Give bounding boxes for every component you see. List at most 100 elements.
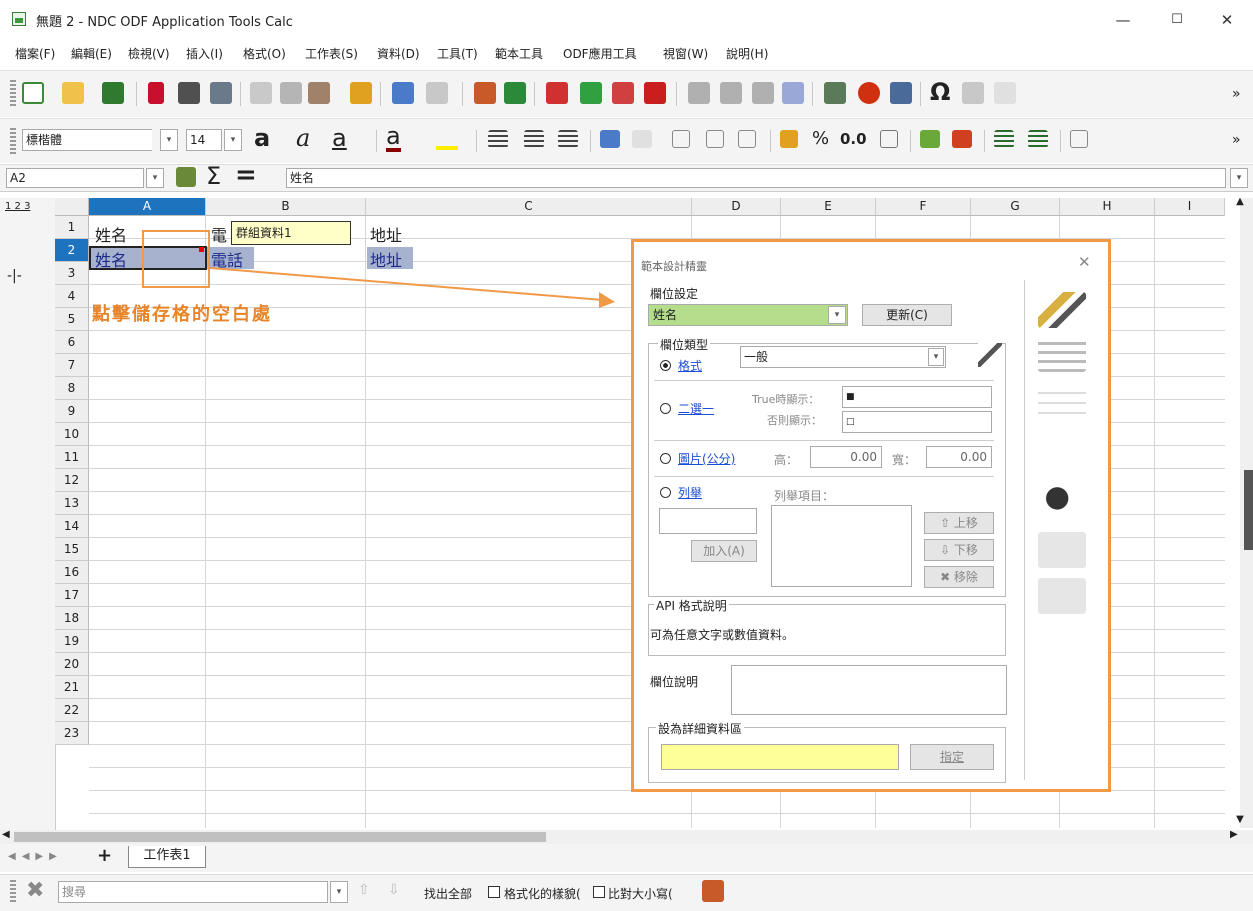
open-folder-icon[interactable] bbox=[62, 82, 84, 104]
menu-file[interactable]: 檔案(F) bbox=[15, 45, 55, 62]
print-preview-icon[interactable] bbox=[210, 82, 232, 104]
row-header[interactable]: 10 bbox=[55, 423, 89, 446]
row-header[interactable]: 23 bbox=[55, 722, 89, 745]
align-right-icon[interactable] bbox=[558, 130, 578, 148]
row-header[interactable]: 1 bbox=[55, 216, 89, 239]
paste-icon[interactable] bbox=[308, 82, 330, 104]
align-middle-icon[interactable] bbox=[706, 130, 724, 148]
font-name-combo[interactable]: 標楷體 bbox=[22, 129, 152, 151]
cell-b1[interactable]: 電 bbox=[211, 222, 227, 246]
move-down-button[interactable]: ⇩ 下移 bbox=[924, 539, 994, 561]
insert-image-icon[interactable] bbox=[824, 82, 846, 104]
row-header[interactable]: 9 bbox=[55, 400, 89, 423]
find-previous-icon[interactable]: ⇧ bbox=[358, 882, 370, 898]
insert-column-icon[interactable] bbox=[580, 82, 602, 104]
row-header[interactable]: 11 bbox=[55, 446, 89, 469]
find-next-icon[interactable]: ⇩ bbox=[388, 882, 400, 898]
group-icon[interactable]: -|- bbox=[7, 268, 22, 284]
add-decimal-icon[interactable] bbox=[920, 130, 940, 148]
row-header[interactable]: 12 bbox=[55, 469, 89, 492]
maximize-button[interactable]: ☐ bbox=[1154, 6, 1200, 34]
menu-tools[interactable]: 工具(T) bbox=[437, 45, 478, 62]
expand-formula-icon[interactable]: ▾ bbox=[1230, 168, 1248, 188]
print-icon[interactable] bbox=[178, 82, 200, 104]
sheet-tab[interactable]: 工作表1 bbox=[128, 846, 206, 868]
row-header[interactable]: 22 bbox=[55, 699, 89, 722]
name-box[interactable]: A2 bbox=[6, 168, 144, 188]
column-header-a[interactable]: A bbox=[89, 198, 206, 216]
update-button[interactable]: 更新(C) bbox=[862, 304, 952, 326]
row-header[interactable]: 14 bbox=[55, 515, 89, 538]
highlight-color-icon[interactable] bbox=[436, 128, 458, 150]
row-header[interactable]: 6 bbox=[55, 331, 89, 354]
toolbar-grip[interactable] bbox=[10, 80, 16, 106]
image-link[interactable]: 圖片(公分) bbox=[678, 450, 735, 467]
field-description-input[interactable] bbox=[731, 665, 1007, 715]
width-input[interactable]: 0.00 bbox=[926, 446, 992, 468]
scroll-left-icon[interactable]: ◀ bbox=[2, 829, 10, 840]
special-character-icon[interactable]: Ω bbox=[930, 78, 950, 106]
toolbar-overflow-icon[interactable]: » bbox=[1232, 86, 1241, 102]
toolbar-grip[interactable] bbox=[10, 128, 16, 154]
align-center-icon[interactable] bbox=[524, 130, 544, 148]
row-header[interactable]: 3 bbox=[55, 262, 89, 285]
field-select[interactable]: 姓名 bbox=[648, 304, 848, 326]
find-all-button[interactable]: 找出全部 bbox=[424, 885, 472, 902]
image-radio[interactable] bbox=[660, 453, 671, 464]
formatted-checkbox[interactable] bbox=[488, 886, 500, 898]
match-case-checkbox[interactable] bbox=[593, 886, 605, 898]
scroll-up-icon[interactable]: ▲ bbox=[1230, 196, 1250, 210]
row-header[interactable]: 16 bbox=[55, 561, 89, 584]
splitter-handle[interactable] bbox=[1244, 470, 1253, 550]
row-header[interactable]: 2 bbox=[55, 239, 89, 262]
align-top-icon[interactable] bbox=[672, 130, 690, 148]
outline-level-buttons[interactable]: 1 2 3 bbox=[5, 201, 30, 212]
new-document-icon[interactable] bbox=[22, 82, 44, 104]
currency-icon[interactable] bbox=[780, 130, 798, 148]
row-header[interactable]: 18 bbox=[55, 607, 89, 630]
redo-icon[interactable] bbox=[426, 82, 448, 104]
toolbar-overflow-icon[interactable]: » bbox=[1232, 132, 1241, 148]
format-radio[interactable] bbox=[660, 360, 671, 371]
true-display-input[interactable]: ■ bbox=[842, 386, 992, 408]
decrease-indent-icon[interactable] bbox=[1028, 130, 1048, 148]
function-wizard-icon[interactable] bbox=[176, 167, 196, 187]
chevron-down-icon[interactable]: ▾ bbox=[160, 129, 178, 151]
align-left-icon[interactable] bbox=[488, 130, 508, 148]
row-header[interactable]: 15 bbox=[55, 538, 89, 561]
add-sheet-button[interactable]: + bbox=[97, 845, 112, 866]
remove-button[interactable]: ✖ 移除 bbox=[924, 566, 994, 588]
insert-chart-icon[interactable] bbox=[858, 82, 880, 104]
menu-insert[interactable]: 插入(I) bbox=[186, 45, 223, 62]
scroll-right-icon[interactable]: ▶ bbox=[1230, 829, 1238, 840]
search-input[interactable]: 搜尋 bbox=[58, 881, 328, 903]
align-bottom-icon[interactable] bbox=[738, 130, 756, 148]
assign-button[interactable]: 指定 bbox=[910, 744, 994, 770]
dialog-close-button[interactable]: ✕ bbox=[1078, 253, 1091, 271]
save-icon[interactable] bbox=[102, 82, 124, 104]
menu-view[interactable]: 檢視(V) bbox=[128, 45, 170, 62]
detail-area-input[interactable] bbox=[661, 744, 899, 770]
copy-icon[interactable] bbox=[280, 82, 302, 104]
image-placeholder-icon[interactable] bbox=[1038, 532, 1086, 568]
chevron-down-icon[interactable]: ▾ bbox=[224, 129, 242, 151]
toolbar-grip[interactable] bbox=[10, 880, 16, 904]
chevron-down-icon[interactable]: ▾ bbox=[330, 881, 348, 903]
row-header[interactable]: 7 bbox=[55, 354, 89, 377]
column-header-b[interactable]: B bbox=[206, 198, 366, 216]
menu-odf-tools[interactable]: ODF應用工具 bbox=[563, 45, 637, 62]
equals-icon[interactable]: = bbox=[235, 160, 257, 190]
cell-a1[interactable]: 姓名 bbox=[95, 222, 127, 246]
autofilter-icon[interactable] bbox=[782, 82, 804, 104]
user-icon[interactable] bbox=[1038, 484, 1086, 520]
column-header-g[interactable]: G bbox=[971, 198, 1060, 216]
list-entry-input[interactable] bbox=[659, 508, 757, 534]
sum-icon[interactable]: Σ bbox=[206, 162, 221, 190]
format-select[interactable]: 一般 bbox=[740, 346, 946, 368]
list-radio[interactable] bbox=[660, 487, 671, 498]
find-replace-icon[interactable] bbox=[474, 82, 496, 104]
increase-indent-icon[interactable] bbox=[994, 130, 1014, 148]
list-items-box[interactable] bbox=[771, 505, 912, 587]
chevron-down-icon[interactable]: ▾ bbox=[828, 306, 846, 324]
formula-input[interactable]: 姓名 bbox=[286, 168, 1226, 188]
